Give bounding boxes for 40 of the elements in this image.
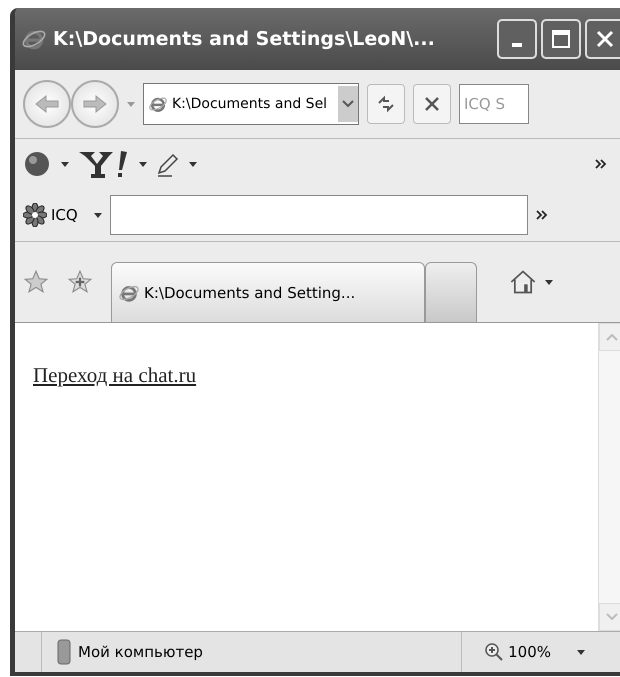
zoom-icon[interactable] xyxy=(484,642,504,662)
dropdown-caret-icon[interactable] xyxy=(189,162,197,166)
icq-search-field[interactable] xyxy=(110,195,528,235)
minimize-icon xyxy=(512,43,522,47)
page-link[interactable]: Переход на chat.ru xyxy=(33,363,196,387)
dropdown-caret-icon[interactable] xyxy=(94,212,102,218)
flower-icon xyxy=(23,203,47,227)
refresh-button[interactable] xyxy=(367,84,405,124)
pencil-icon[interactable] xyxy=(155,151,181,177)
search-field[interactable]: ICQ S xyxy=(459,84,529,124)
maximize-button[interactable] xyxy=(541,19,581,59)
home-icon[interactable] xyxy=(509,268,537,296)
address-field[interactable]: K:\Documents and Sel xyxy=(143,83,359,125)
chevron-icon[interactable] xyxy=(595,159,607,169)
dropdown-caret-icon[interactable] xyxy=(139,162,147,166)
star-icon[interactable] xyxy=(23,269,49,295)
chevron-icon[interactable] xyxy=(536,210,548,220)
browser-tab[interactable]: K:\Documents and Setting... xyxy=(111,262,425,322)
stop-icon xyxy=(424,96,440,112)
zoom-level-text[interactable]: 100% xyxy=(508,643,551,661)
back-button[interactable] xyxy=(23,80,71,128)
dropdown-caret-icon[interactable] xyxy=(61,162,69,166)
back-arrow-icon xyxy=(34,94,60,114)
computer-icon xyxy=(56,639,72,665)
up-chevron-icon xyxy=(606,333,618,341)
dropdown-caret-icon[interactable] xyxy=(545,280,553,284)
stop-button[interactable] xyxy=(413,84,451,124)
maximize-icon xyxy=(551,29,571,49)
security-zone-text: Мой компьютер xyxy=(78,643,203,661)
close-icon xyxy=(595,29,615,49)
forward-button[interactable] xyxy=(71,80,119,128)
icq-menu-button[interactable]: ICQ xyxy=(23,203,78,227)
forward-arrow-icon xyxy=(82,94,108,114)
window-title: K:\Documents and Settings\LeoN\... xyxy=(53,28,435,50)
add-favorite-icon[interactable] xyxy=(67,269,93,295)
down-chevron-icon xyxy=(606,613,618,621)
close-button[interactable] xyxy=(585,19,620,59)
refresh-icon xyxy=(376,94,396,114)
dropdown-caret-icon[interactable] xyxy=(577,650,585,654)
minimize-button[interactable] xyxy=(497,19,537,59)
